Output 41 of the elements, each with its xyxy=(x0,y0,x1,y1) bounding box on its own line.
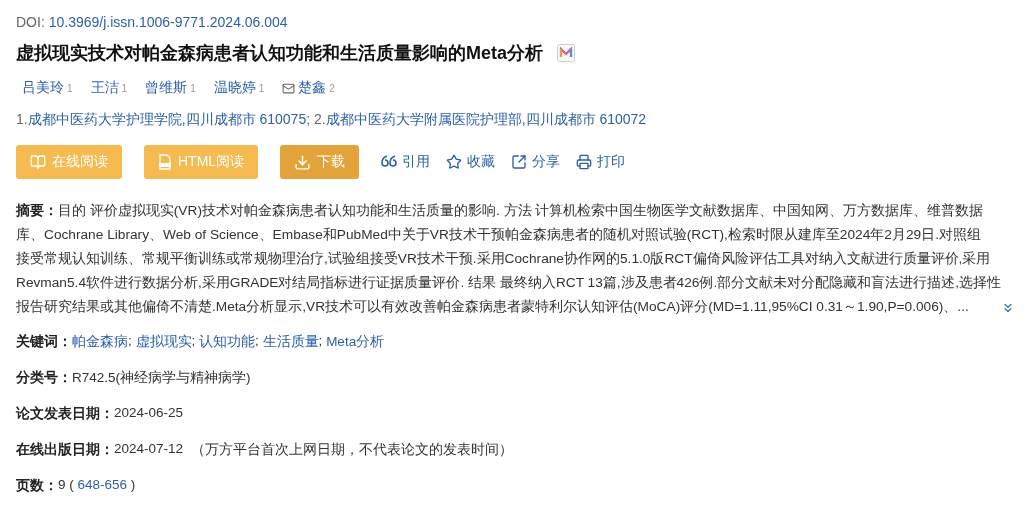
favorite-button[interactable]: 收藏 xyxy=(446,153,496,171)
printer-icon xyxy=(576,154,593,170)
doi-link[interactable]: 10.3969/j.issn.1006-9771.2024.06.004 xyxy=(48,14,288,30)
affiliation-index: 2. xyxy=(313,111,326,129)
keyword-link[interactable]: 帕金森病 xyxy=(72,333,128,351)
html-file-icon xyxy=(158,154,172,170)
separator: ; xyxy=(318,333,324,350)
publish-date-label: 论文发表日期： xyxy=(16,405,114,423)
separator: ; xyxy=(255,333,260,350)
article-title: 虚拟现实技术对帕金森病患者认知功能和生活质量影响的Meta分析 xyxy=(16,42,543,65)
keyword-link[interactable]: 生活质量 xyxy=(262,333,319,351)
classification-value: R742.5(神经病学与精神病学) xyxy=(72,369,251,387)
online-date-label: 在线出版日期： xyxy=(16,441,114,459)
share-button[interactable]: 分享 xyxy=(511,153,561,171)
pages-label: 页数： xyxy=(16,477,58,495)
quote-icon xyxy=(381,155,398,169)
page-range-link[interactable]: 648-656 xyxy=(77,477,128,495)
online-date-value: 2024-07-12 xyxy=(114,441,184,458)
separator: ; xyxy=(128,333,133,350)
separator: ; xyxy=(306,111,312,129)
star-icon xyxy=(446,154,463,170)
page-count: 9 ( xyxy=(58,477,75,494)
affiliation-link[interactable]: 成都中医药大学附属医院护理部,四川成都市 610072 xyxy=(325,111,647,129)
keyword-link[interactable]: 虚拟现实 xyxy=(135,333,192,351)
affiliation-index: 1. xyxy=(16,111,28,129)
m-logo-icon xyxy=(557,44,575,62)
classification-label: 分类号： xyxy=(16,369,72,387)
cite-button[interactable]: 引用 xyxy=(381,153,431,171)
publish-date-value: 2024-06-25 xyxy=(114,405,184,422)
print-button[interactable]: 打印 xyxy=(576,153,626,171)
separator: ; xyxy=(191,333,197,350)
keyword-link[interactable]: Meta分析 xyxy=(326,333,385,351)
keywords-label: 关键词： xyxy=(16,333,72,351)
abstract-text: 摘要：目的 评价虚拟现实(VR)技术对帕金森病患者认知功能和生活质量的影响. 方法 计算机检索中国生物医学文献数据库、中国知网、万方数据库、维普数据 库、Cochrane Library、Web of Science、Embase和PubMed中关于VR技术干预帕金森病患者的随机对照试验(RCT),检索时限从建库至2024年2月29日.对照组 接受常规认知训练、常规平衡训练或常规物理治疗,试验组接受VR技术干预.采用Cochrane协作网的5.1.0版RCT偏倚风险评估工具对纳入文献进行质量评价,采用 Revman5.4软件进行数据分析,采用GRADE对结局指标进行证据质量评价. 结果 最终纳入RCT 13篇,涉及患者426例.部分文献未对分配隐藏和盲法进行描述,选择性 报告研究结果或其他偏倚不清楚.Meta分析显示,VR技术可以有效改善帕金森病患者蒙特利尔认知评估(MoCA)评分(MD=1.11,95%CI 0.31～1.90,P=0.006)、... xyxy=(16,202,1002,316)
share-icon xyxy=(511,154,528,170)
download-icon xyxy=(294,153,312,171)
mail-icon xyxy=(282,81,296,95)
closing-parenthesis: ) xyxy=(129,477,136,494)
book-icon xyxy=(30,154,46,170)
doi-label: DOI: xyxy=(16,14,45,30)
online-date-note: （万方平台首次上网日期，不代表论文的发表时间） xyxy=(190,441,513,459)
